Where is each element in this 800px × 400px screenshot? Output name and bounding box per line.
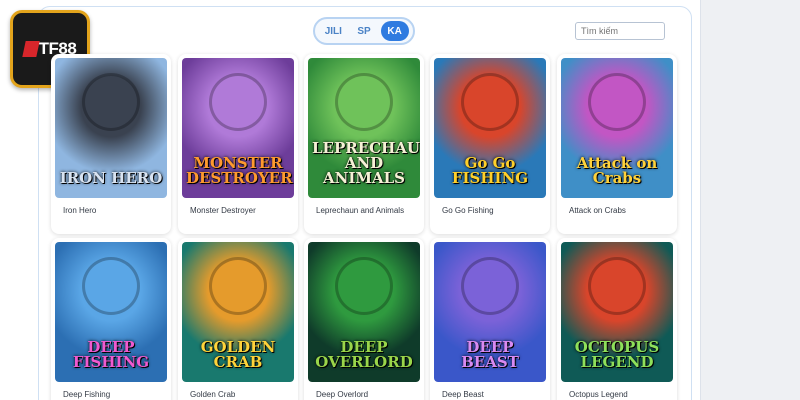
game-thumbnail[interactable]: GOLDEN CRAB [182, 242, 294, 382]
game-name: Go Go Fishing [442, 206, 494, 215]
game-card[interactable]: IRON HERO Iron Hero [51, 54, 171, 234]
tab-sp[interactable]: SP [350, 21, 378, 41]
game-thumbnail[interactable]: DEEP FISHING [55, 242, 167, 382]
game-card[interactable]: DEEP OVERLORD Deep Overlord [304, 238, 424, 400]
game-thumbnail[interactable]: OCTOPUS LEGEND [561, 242, 673, 382]
game-card[interactable]: DEEP BEAST Deep Beast [430, 238, 550, 400]
game-name: Deep Fishing [63, 390, 111, 399]
game-name: Golden Crab [190, 390, 236, 399]
game-character-art [591, 76, 643, 128]
game-name: Attack on Crabs [569, 206, 626, 215]
game-name: Deep Overlord [316, 390, 369, 399]
game-art-title: MONSTER DESTROYER [186, 154, 293, 187]
tab-jili[interactable]: JILI [319, 21, 347, 41]
game-art-title: Attack on Crabs [576, 154, 658, 187]
logo-mark-icon [21, 41, 40, 57]
game-card[interactable]: Attack on Crabs Attack on Crabs [557, 54, 677, 234]
game-art-title: Go Go FISHING [451, 154, 529, 187]
game-art-title: IRON HERO [59, 169, 163, 187]
game-thumbnail[interactable]: IRON HERO [55, 58, 167, 198]
game-character-art [338, 76, 390, 128]
game-name: Monster Destroyer [190, 206, 256, 215]
game-thumbnail[interactable]: Attack on Crabs [561, 58, 673, 198]
game-card[interactable]: OCTOPUS LEGEND Octopus Legend [557, 238, 677, 400]
game-name: Octopus Legend [569, 390, 628, 399]
game-thumbnail[interactable]: DEEP BEAST [434, 242, 546, 382]
game-character-art [85, 260, 137, 312]
game-character-art [464, 76, 516, 128]
game-name: Deep Beast [442, 390, 484, 399]
game-art-title: DEEP OVERLORD [315, 338, 413, 371]
game-character-art [212, 260, 264, 312]
search-input[interactable] [575, 22, 665, 40]
game-name: Iron Hero [63, 206, 97, 215]
game-character-art [85, 76, 137, 128]
provider-tabs: JILI SP KA [313, 17, 415, 45]
game-art-title: DEEP FISHING [72, 338, 150, 371]
page-gutter [700, 0, 800, 400]
game-thumbnail[interactable]: DEEP OVERLORD [308, 242, 420, 382]
game-card[interactable]: MONSTER DESTROYER Monster Destroyer [178, 54, 298, 234]
game-art-title: OCTOPUS LEGEND [574, 338, 660, 371]
game-name: Leprechaun and Animals [316, 206, 405, 215]
tab-ka[interactable]: KA [380, 21, 409, 41]
game-card[interactable]: DEEP FISHING Deep Fishing [51, 238, 171, 400]
game-art-title: LEPRECHAUN AND ANIMALS [312, 139, 420, 187]
game-character-art [338, 260, 390, 312]
game-thumbnail[interactable]: Go Go FISHING [434, 58, 546, 198]
game-art-title: DEEP BEAST [461, 338, 519, 371]
game-character-art [591, 260, 643, 312]
game-thumbnail[interactable]: MONSTER DESTROYER [182, 58, 294, 198]
game-character-art [464, 260, 516, 312]
game-art-title: GOLDEN CRAB [200, 338, 276, 371]
game-card[interactable]: LEPRECHAUN AND ANIMALS Leprechaun and Ani… [304, 54, 424, 234]
game-card[interactable]: Go Go FISHING Go Go Fishing [430, 54, 550, 234]
game-character-art [212, 76, 264, 128]
game-card[interactable]: GOLDEN CRAB Golden Crab [178, 238, 298, 400]
game-thumbnail[interactable]: LEPRECHAUN AND ANIMALS [308, 58, 420, 198]
